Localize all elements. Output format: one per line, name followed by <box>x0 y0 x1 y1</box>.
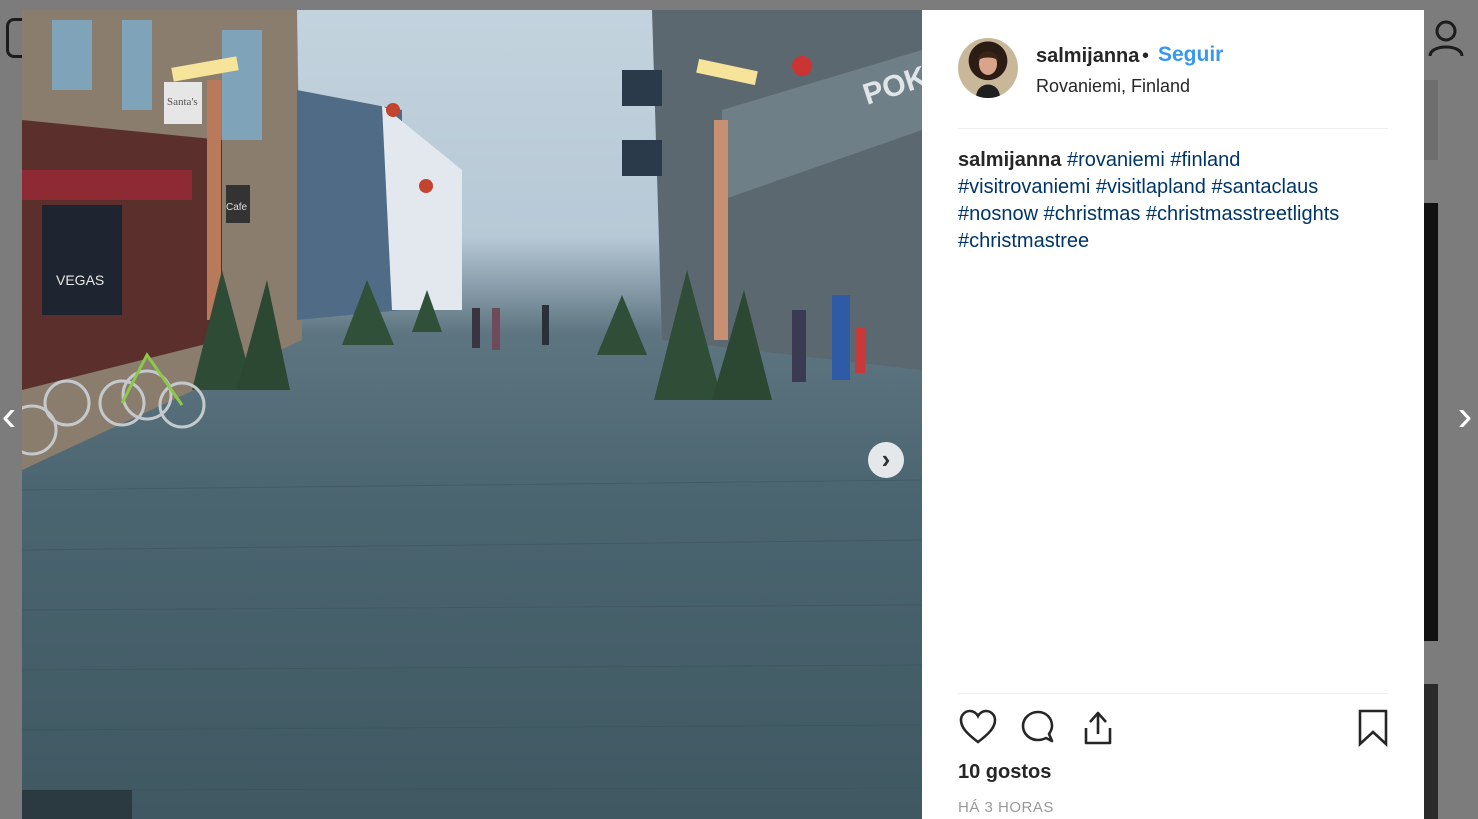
hashtag-christmas[interactable]: #christmas <box>1044 203 1141 225</box>
hashtag-visitlapland[interactable]: #visitlapland <box>1096 176 1206 198</box>
hashtag-santaclaus[interactable]: #santaclaus <box>1211 176 1318 198</box>
post-actions <box>958 693 1388 754</box>
hashtag-rovaniemi[interactable]: #rovaniemi <box>1067 149 1165 171</box>
share-icon[interactable] <box>1078 708 1118 748</box>
username-link[interactable]: salmijanna <box>1036 45 1139 68</box>
post-timestamp[interactable]: HÁ 3 HORAS <box>958 799 1054 816</box>
post-caption: salmijanna #rovaniemi #finland #visitrov… <box>958 147 1378 255</box>
hashtag-christmastree[interactable]: #christmastree <box>958 230 1089 252</box>
profile-icon[interactable] <box>1426 18 1466 58</box>
santas-sign: Santa's <box>167 96 198 108</box>
carousel-next-button[interactable]: › <box>868 442 904 478</box>
hashtag-nosnow[interactable]: #nosnow <box>958 203 1038 225</box>
post-header: salmijanna • Seguir Rovaniemi, Finland <box>958 38 1388 129</box>
caption-username[interactable]: salmijanna <box>958 149 1061 171</box>
cafe-sign: Cafe <box>226 202 248 213</box>
vegas-sign: VEGAS <box>56 272 104 288</box>
likes-count[interactable]: 10 gostos <box>958 761 1051 784</box>
bookmark-icon[interactable] <box>1354 708 1394 748</box>
background-post-image <box>1424 203 1438 641</box>
previous-post-arrow[interactable]: ‹ <box>0 394 24 438</box>
heart-icon[interactable] <box>958 708 998 748</box>
hashtag-finland[interactable]: #finland <box>1170 149 1240 171</box>
follow-button[interactable]: Seguir <box>1158 43 1223 67</box>
hashtag-visitrovaniemi[interactable]: #visitrovaniemi <box>958 176 1090 198</box>
post-side-panel: salmijanna • Seguir Rovaniemi, Finland s… <box>922 10 1424 819</box>
comment-icon[interactable] <box>1018 708 1058 748</box>
post-modal: VEGAS Santa's Cafe POKO › salmijanna • S… <box>22 10 1424 819</box>
location-link[interactable]: Rovaniemi, Finland <box>1036 76 1190 97</box>
background-post-image-lower <box>1424 684 1438 819</box>
hashtag-christmasstreetlights[interactable]: #christmasstreetlights <box>1146 203 1339 225</box>
post-photo: VEGAS Santa's Cafe POKO › <box>22 10 922 819</box>
background-post-card <box>1424 80 1438 160</box>
avatar[interactable] <box>958 38 1018 98</box>
separator-dot: • <box>1142 45 1150 67</box>
next-post-arrow[interactable]: › <box>1450 394 1478 438</box>
